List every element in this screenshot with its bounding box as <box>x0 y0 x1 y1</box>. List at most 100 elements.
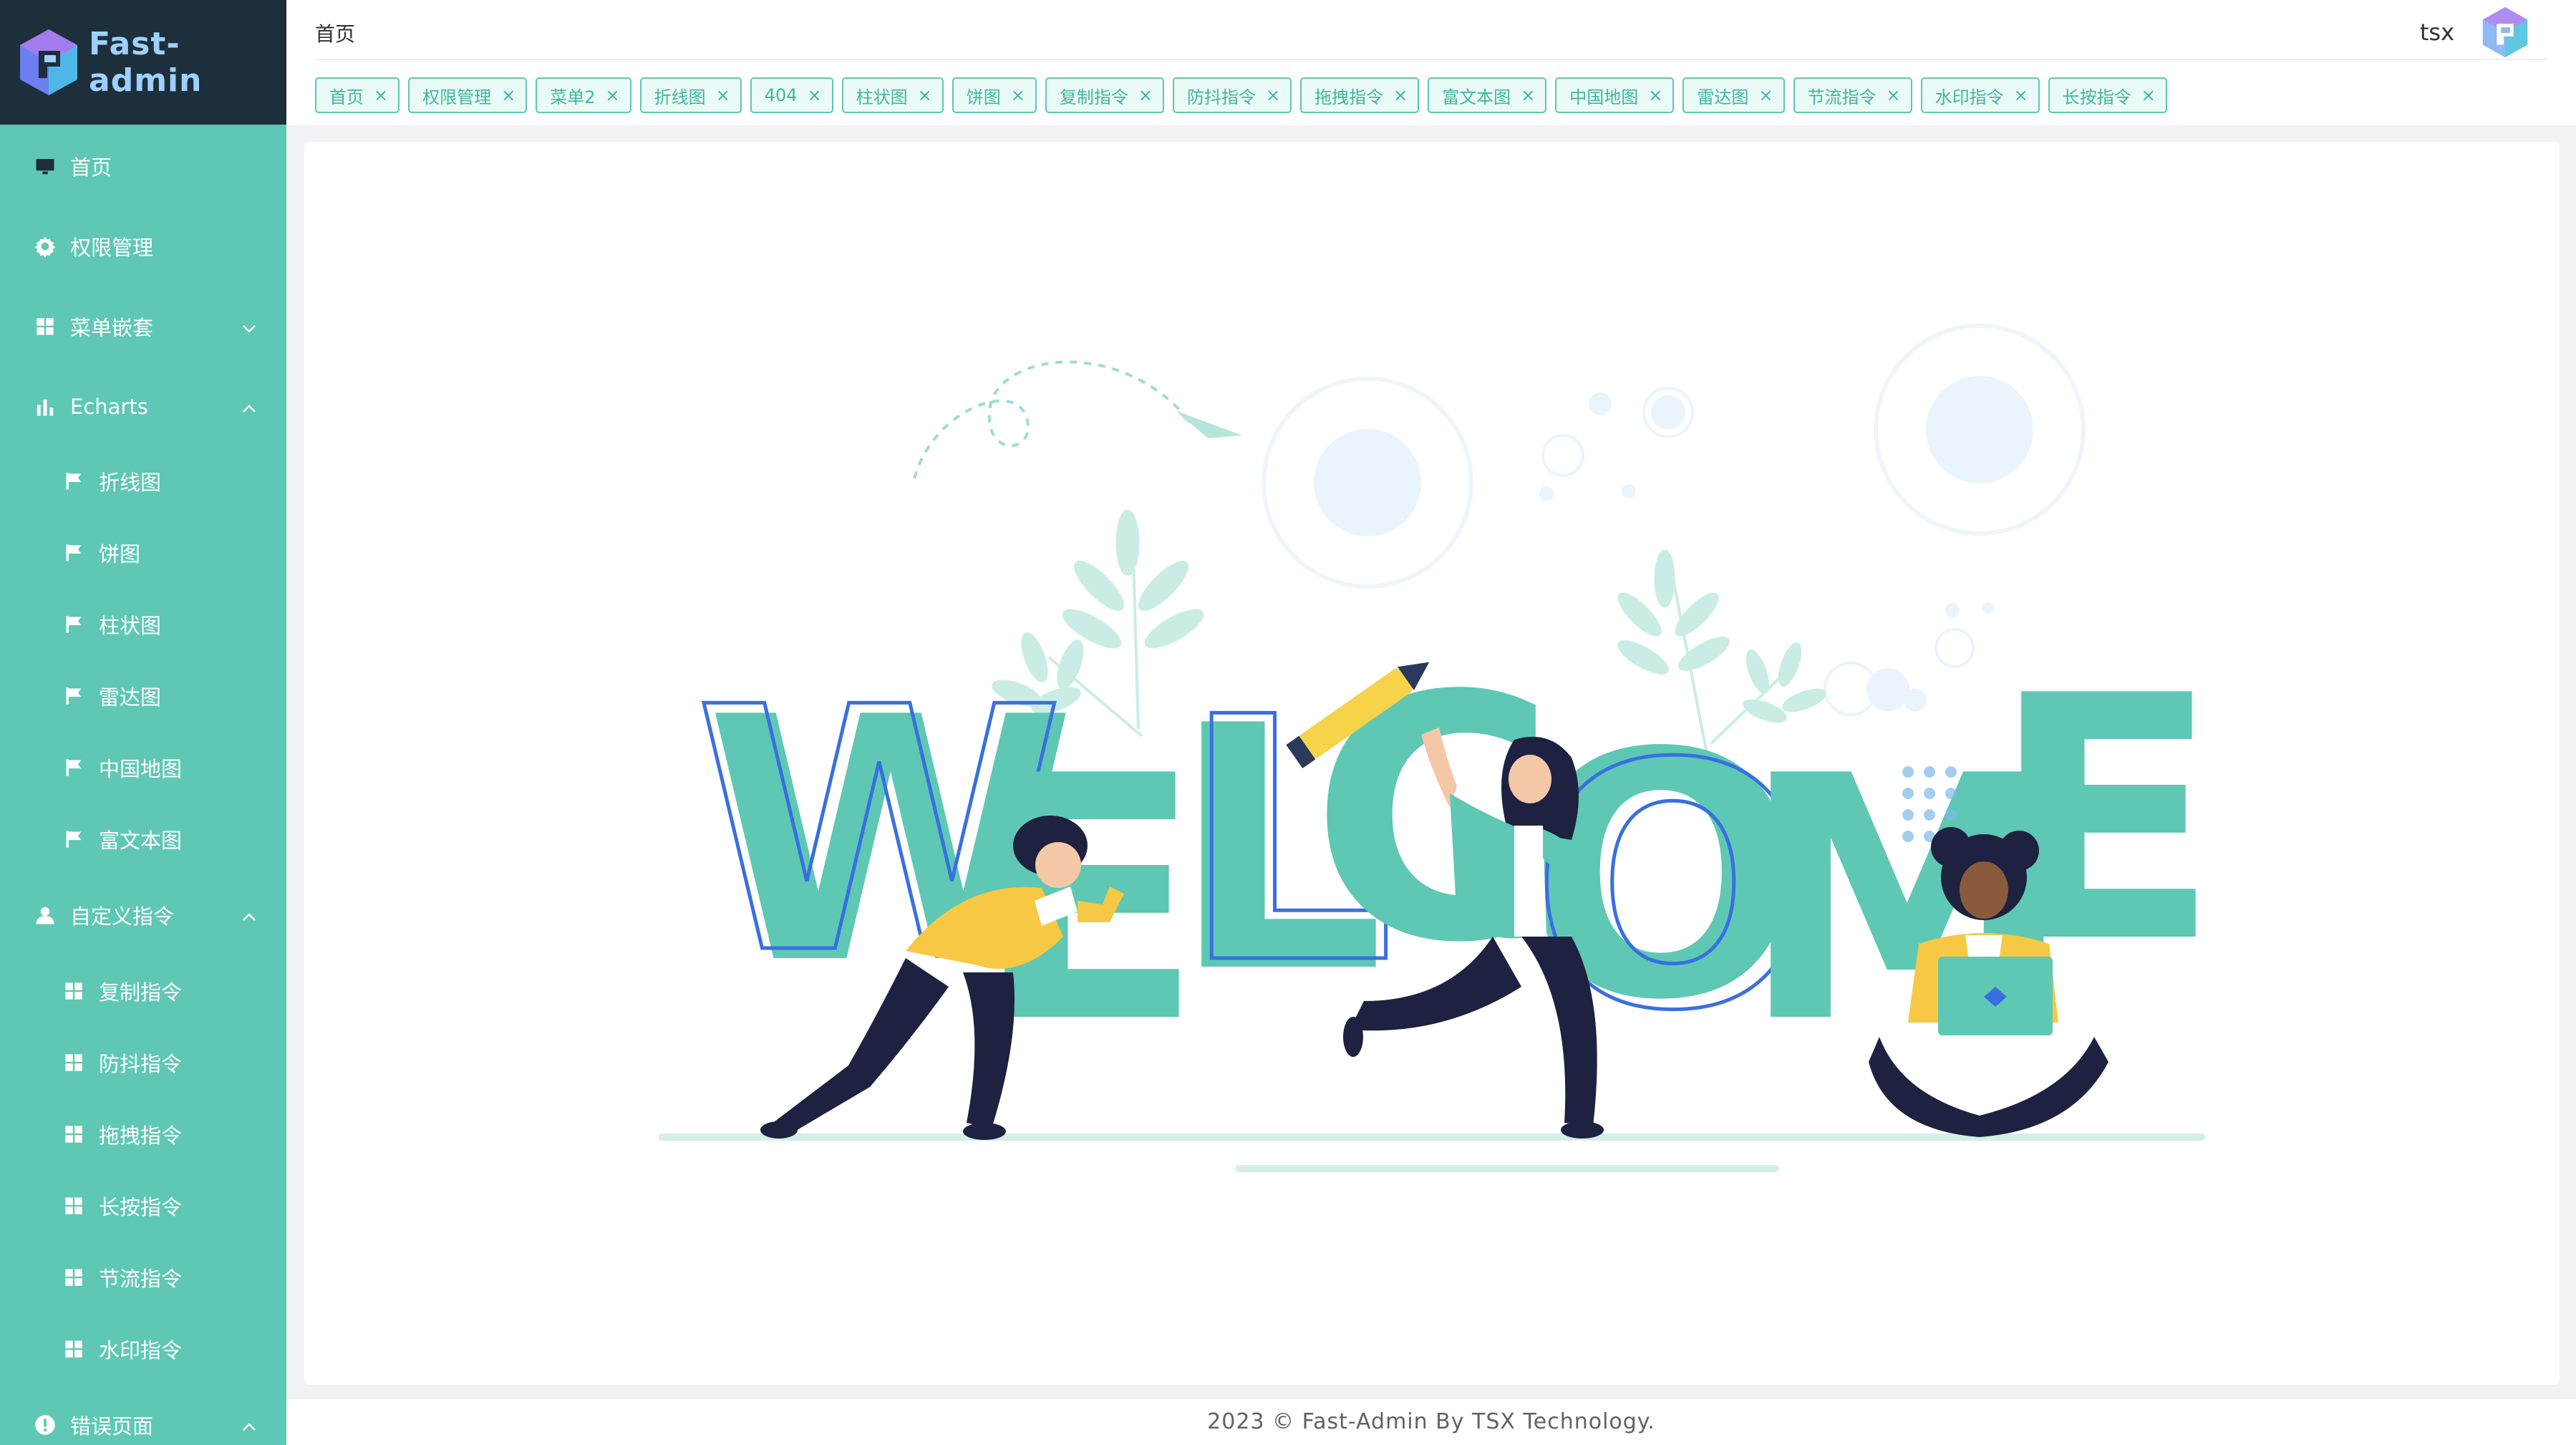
tag[interactable]: 饼图 × <box>952 77 1037 113</box>
close-icon[interactable]: × <box>606 85 620 105</box>
tag-label: 404 <box>764 85 798 105</box>
tag-label: 柱状图 <box>856 87 908 107</box>
sidebar-item-label: Echarts <box>70 395 148 419</box>
app-logo-text: Fast-admin <box>89 26 203 99</box>
tag[interactable]: 复制指令 × <box>1045 77 1164 113</box>
close-icon[interactable]: × <box>2141 85 2156 105</box>
monitor-icon <box>33 154 57 178</box>
bar-chart-icon <box>33 395 57 419</box>
footer: 2023 © Fast-Admin By TSX Technology. <box>286 1399 2576 1445</box>
sidebar-item-label: 饼图 <box>99 542 141 566</box>
close-icon[interactable]: × <box>1393 85 1408 105</box>
tag-label: 权限管理 <box>422 87 492 107</box>
header-divider <box>315 59 2547 60</box>
flag-icon <box>62 469 86 493</box>
flag-icon <box>62 541 86 565</box>
grid-icon <box>62 979 86 1003</box>
tag[interactable]: 拖拽指令 × <box>1300 77 1420 113</box>
tag[interactable]: 雷达图 × <box>1682 77 1785 113</box>
tag[interactable]: 柱状图 × <box>841 77 944 113</box>
sidebar-item[interactable]: 拖拽指令 <box>0 1098 286 1170</box>
tag[interactable]: 节流指令 × <box>1793 77 1912 113</box>
tag[interactable]: 长按指令 × <box>2048 77 2167 113</box>
sidebar-item[interactable]: 自定义指令 <box>0 879 286 951</box>
sidebar-item[interactable]: 复制指令 <box>0 955 286 1027</box>
close-icon[interactable]: × <box>1011 85 1025 105</box>
ground-lines <box>659 1134 2205 1172</box>
sidebar-item-label: 自定义指令 <box>70 904 175 929</box>
grid-icon <box>62 1050 86 1075</box>
close-icon[interactable]: × <box>808 85 822 105</box>
gear-icon <box>33 234 57 258</box>
sidebar-item-label: 菜单嵌套 <box>70 316 154 340</box>
sidebar-item-label: 雷达图 <box>99 685 162 710</box>
close-icon[interactable]: × <box>716 85 730 105</box>
avatar[interactable] <box>2477 4 2533 60</box>
chevron-down-icon <box>241 318 258 335</box>
close-icon[interactable]: × <box>374 85 388 105</box>
breadcrumb[interactable]: 首页 <box>315 19 355 47</box>
sidebar-item-label: 错误页面 <box>70 1414 154 1439</box>
tag-label: 饼图 <box>966 87 1001 107</box>
sidebar-item[interactable]: 雷达图 <box>0 660 286 732</box>
sidebar-item[interactable]: 长按指令 <box>0 1170 286 1242</box>
tag[interactable]: 中国地图 × <box>1555 77 1675 113</box>
tag[interactable]: 菜单2 × <box>536 77 631 113</box>
grid-icon <box>62 1194 86 1218</box>
tag-label: 雷达图 <box>1697 87 1749 107</box>
sidebar-item[interactable]: 节流指令 <box>0 1242 286 1313</box>
dashed-path <box>913 360 1192 479</box>
close-icon[interactable]: × <box>1758 85 1773 105</box>
sidebar-item[interactable]: Echarts <box>0 371 286 443</box>
sidebar-item[interactable]: 水印指令 <box>0 1313 286 1385</box>
logo[interactable]: Fast-admin <box>0 0 286 125</box>
sidebar-item[interactable]: 折线图 <box>0 445 286 517</box>
tag[interactable]: 权限管理 × <box>408 77 528 113</box>
sidebar-item[interactable]: 中国地图 <box>0 732 286 803</box>
sidebar-item[interactable]: 首页 <box>0 130 286 202</box>
username[interactable]: tsx <box>2420 19 2454 46</box>
close-icon[interactable]: × <box>1266 85 1280 105</box>
tag[interactable]: 折线图 × <box>639 77 742 113</box>
close-icon[interactable]: × <box>1887 85 1901 105</box>
tag-label: 水印指令 <box>1935 87 2004 107</box>
close-icon[interactable]: × <box>918 85 932 105</box>
sidebar-item[interactable]: 菜单嵌套 <box>0 291 286 362</box>
close-icon[interactable]: × <box>1138 85 1153 105</box>
sidebar-item[interactable]: 防抖指令 <box>0 1027 286 1098</box>
sidebar-item[interactable]: 柱状图 <box>0 589 286 660</box>
close-icon[interactable]: × <box>1521 85 1535 105</box>
tag[interactable]: 防抖指令 × <box>1172 77 1292 113</box>
tag[interactable]: 404 × <box>750 77 833 113</box>
sidebar-item[interactable]: 饼图 <box>0 517 286 589</box>
grid-icon <box>62 1122 86 1146</box>
tag[interactable]: 富文本图 × <box>1428 77 1547 113</box>
flag-icon <box>62 684 86 708</box>
sidebar-item-label: 水印指令 <box>99 1338 183 1363</box>
tag-label: 富文本图 <box>1442 87 1511 107</box>
tag-label: 折线图 <box>654 87 706 107</box>
close-icon[interactable]: × <box>501 85 515 105</box>
sidebar-item-label: 富文本图 <box>99 828 183 853</box>
flag-icon <box>62 827 86 851</box>
close-icon[interactable]: × <box>2014 85 2028 105</box>
tag[interactable]: 首页 × <box>315 77 400 113</box>
sidebar-item-label: 折线图 <box>99 470 162 495</box>
tag[interactable]: 水印指令 × <box>1920 77 2040 113</box>
grid-icon <box>62 1337 86 1361</box>
sidebar-item-label: 中国地图 <box>99 757 183 781</box>
hexagon-logo-icon <box>20 29 77 95</box>
sidebar-item-label: 拖拽指令 <box>99 1123 183 1148</box>
grid-icon <box>62 1265 86 1290</box>
close-icon[interactable]: × <box>1648 85 1662 105</box>
chevron-up-icon <box>241 1416 258 1434</box>
sidebar-item-label: 首页 <box>70 155 112 180</box>
user-icon <box>33 903 57 927</box>
sidebar-item[interactable]: 权限管理 <box>0 211 286 282</box>
sidebar-item[interactable]: 错误页面 <box>0 1389 286 1445</box>
tag-label: 节流指令 <box>1807 87 1877 107</box>
tag-label: 拖拽指令 <box>1314 87 1384 107</box>
flag-icon <box>62 755 86 780</box>
sidebar-item[interactable]: 富文本图 <box>0 803 286 875</box>
sidebar-item-label: 柱状图 <box>99 614 162 638</box>
